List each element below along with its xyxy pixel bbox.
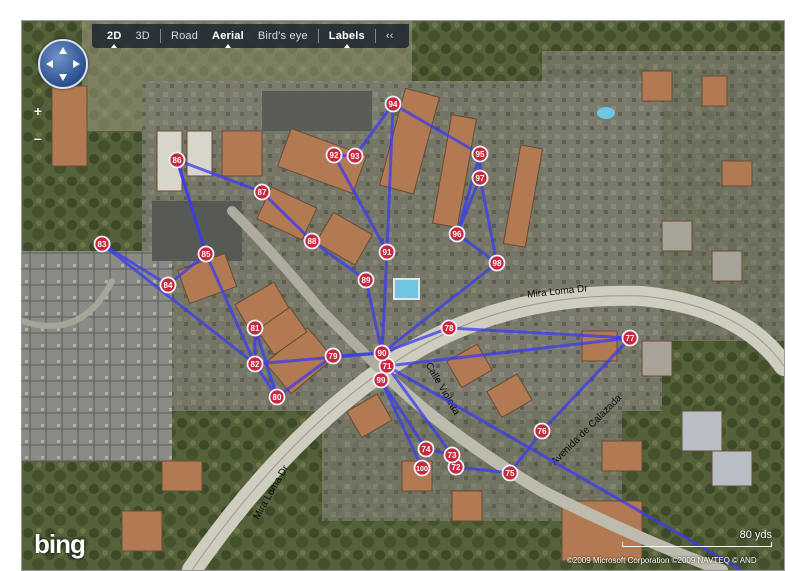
- route-marker-label: 74: [422, 445, 431, 454]
- route-marker-label: 98: [493, 259, 502, 268]
- route-marker[interactable]: 81: [246, 319, 264, 337]
- route-marker[interactable]: 82: [246, 355, 264, 373]
- route-marker-label: 76: [538, 427, 547, 436]
- route-marker-label: 84: [164, 281, 173, 290]
- zoom-in-button[interactable]: +: [30, 103, 46, 119]
- route-marker[interactable]: 77: [621, 329, 639, 347]
- route-marker[interactable]: 73: [443, 446, 461, 464]
- route-marker[interactable]: 78: [440, 319, 458, 337]
- route-marker-label: 96: [453, 230, 462, 239]
- map-viewport[interactable]: Mira Loma Dr Mira Loma Dr Calle Violetta…: [21, 20, 785, 571]
- route-marker-label: 88: [308, 237, 317, 246]
- route-marker-label: 71: [383, 362, 392, 371]
- route-marker-label: 100: [416, 466, 428, 473]
- route-marker-label: 77: [626, 334, 635, 343]
- route-marker[interactable]: 85: [197, 245, 215, 263]
- road-view-button[interactable]: Road: [164, 30, 205, 42]
- route-marker[interactable]: 88: [303, 232, 321, 250]
- labels-toggle[interactable]: Labels: [322, 30, 372, 48]
- route-marker[interactable]: 75: [501, 464, 519, 482]
- toolbar-separator: [374, 29, 376, 43]
- copyright-notice: ©2009 Microsoft Corporation ©2009 NAVTEQ…: [567, 556, 757, 565]
- route-marker-label: 99: [377, 376, 386, 385]
- route-marker[interactable]: 99: [372, 371, 390, 389]
- toolbar-separator: [317, 29, 319, 43]
- route-marker[interactable]: 93: [346, 147, 364, 165]
- route-marker[interactable]: 92: [325, 146, 343, 164]
- route-marker-label: 90: [378, 349, 387, 358]
- route-marker-label: 85: [202, 250, 211, 259]
- route-marker-label: 89: [362, 276, 371, 285]
- scale-label: 80 yds: [739, 529, 772, 541]
- route-marker[interactable]: 95: [471, 145, 489, 163]
- birds-eye-button[interactable]: Bird's eye: [251, 30, 315, 42]
- route-marker[interactable]: 83: [93, 235, 111, 253]
- scale-line: [622, 542, 772, 547]
- navigation-compass[interactable]: [38, 39, 88, 89]
- route-marker-label: 75: [506, 469, 515, 478]
- route-marker[interactable]: 86: [168, 151, 186, 169]
- pool: [393, 278, 420, 300]
- route-marker-label: 86: [173, 156, 182, 165]
- route-marker[interactable]: 91: [378, 243, 396, 261]
- compass-arrows-icon: [46, 47, 80, 81]
- pool: [597, 107, 615, 119]
- view-2d-button[interactable]: 2D: [100, 30, 128, 48]
- view-toolbar: 2D 3D Road Aerial Bird's eye Labels ‹‹: [92, 24, 409, 48]
- route-marker-label: 94: [389, 100, 398, 109]
- route-marker-label: 72: [452, 463, 461, 472]
- aerial-map[interactable]: Mira Loma Dr Mira Loma Dr Calle Violetta…: [22, 21, 784, 570]
- route-marker-label: 82: [251, 360, 260, 369]
- route-marker[interactable]: 87: [253, 183, 271, 201]
- route-marker[interactable]: 84: [159, 276, 177, 294]
- route-marker[interactable]: 98: [488, 254, 506, 272]
- route-marker[interactable]: 79: [324, 347, 342, 365]
- route-marker-label: 73: [448, 451, 457, 460]
- route-marker-label: 93: [351, 152, 360, 161]
- collapse-toolbar-button[interactable]: ‹‹: [379, 30, 401, 42]
- route-marker[interactable]: 74: [417, 440, 435, 458]
- parking-lot: [262, 91, 372, 131]
- route-marker[interactable]: 96: [448, 225, 466, 243]
- route-marker-label: 83: [98, 240, 107, 249]
- route-marker-label: 81: [251, 324, 260, 333]
- route-marker[interactable]: 94: [384, 95, 402, 113]
- route-marker[interactable]: 80: [268, 388, 286, 406]
- route-marker-label: 80: [273, 393, 282, 402]
- bing-logo: bing: [34, 529, 86, 559]
- route-marker-label: 92: [330, 151, 339, 160]
- aerial-view-button[interactable]: Aerial: [205, 30, 251, 48]
- route-marker-label: 78: [445, 324, 454, 333]
- route-marker-label: 97: [476, 174, 485, 183]
- route-marker[interactable]: 90: [373, 344, 391, 362]
- route-marker-label: 79: [329, 352, 338, 361]
- view-3d-button[interactable]: 3D: [128, 30, 156, 42]
- toolbar-separator: [159, 29, 161, 43]
- route-marker-label: 95: [476, 150, 485, 159]
- route-marker[interactable]: 89: [357, 271, 375, 289]
- scale-bar: 80 yds: [622, 529, 772, 547]
- route-marker-label: 87: [258, 188, 267, 197]
- zoom-out-button[interactable]: −: [30, 131, 46, 147]
- route-marker[interactable]: 97: [471, 169, 489, 187]
- route-marker-label: 91: [383, 248, 392, 257]
- route-marker[interactable]: 100: [413, 459, 431, 477]
- route-marker[interactable]: 76: [533, 422, 551, 440]
